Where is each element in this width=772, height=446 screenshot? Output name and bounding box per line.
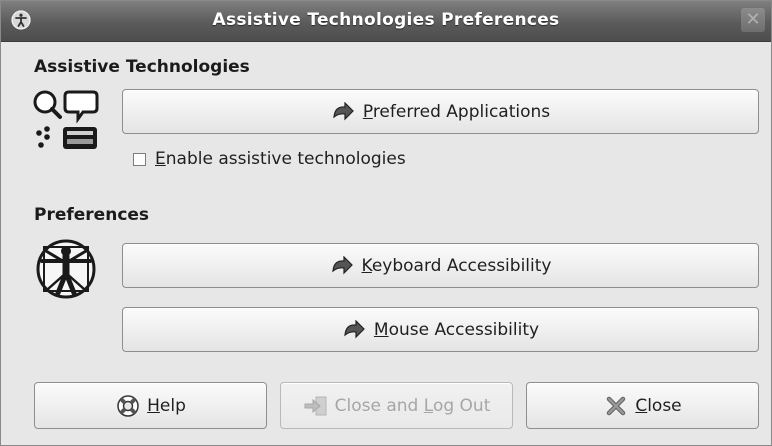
close-label: lose [647, 395, 682, 416]
enable-assistive-checkbox-row[interactable]: Enable assistive technologies [133, 149, 406, 169]
help-mnemonic: H [147, 395, 160, 416]
vitruvian-man-icon [36, 239, 96, 299]
keyboard-mnemonic: K [361, 255, 372, 276]
window-title: Assistive Technologies Preferences [212, 10, 560, 30]
mouse-accessibility-button[interactable]: Mouse Accessibility [122, 307, 759, 352]
mouse-label: ouse Accessibility [388, 319, 540, 340]
jump-arrow-icon [330, 255, 356, 277]
preferences-window: Assistive Technologies Preferences ✕ Ass… [0, 0, 772, 446]
close-mnemonic: C [635, 395, 648, 416]
preferred-mnemonic: P [362, 101, 373, 122]
title-bar[interactable]: Assistive Technologies Preferences ✕ [1, 1, 771, 42]
enable-label: nable assistive technologies [165, 149, 406, 169]
preferred-applications-button[interactable]: Preferred Applications [122, 89, 759, 134]
enable-mnemonic: E [155, 149, 166, 169]
logout-mnemonic: L [423, 395, 433, 416]
help-button[interactable]: Help [34, 382, 267, 429]
close-button[interactable]: Close [526, 382, 759, 429]
logout-label-rest: og Out [432, 395, 491, 416]
jump-arrow-icon [331, 101, 357, 123]
preferences-heading: Preferences [34, 205, 150, 225]
keyboard-accessibility-button[interactable]: Keyboard Accessibility [122, 243, 759, 288]
mouse-mnemonic: M [373, 319, 389, 340]
logout-icon [303, 395, 329, 417]
help-label: elp [159, 395, 186, 416]
close-x-icon [603, 395, 629, 417]
logout-label-before: Close and [334, 395, 424, 416]
assistive-technologies-icon [33, 90, 99, 149]
preferred-label: referred Applications [372, 101, 551, 122]
window-close-button[interactable]: ✕ [741, 8, 765, 32]
close-and-log-out-button[interactable]: Close and Log Out [280, 382, 513, 429]
keyboard-label: eyboard Accessibility [371, 255, 552, 276]
jump-arrow-icon [342, 319, 368, 341]
lifebuoy-icon [115, 394, 141, 417]
enable-assistive-checkbox[interactable] [133, 152, 146, 166]
assistive-technologies-heading: Assistive Technologies [34, 57, 250, 77]
